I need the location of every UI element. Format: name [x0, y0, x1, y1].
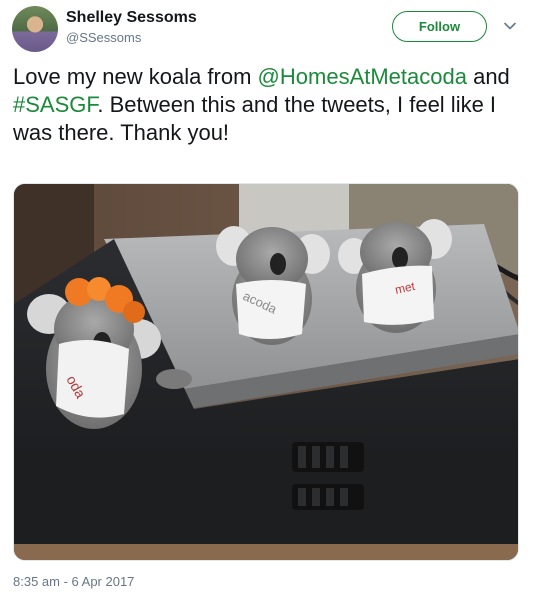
- tweet-text-part: and: [466, 64, 510, 89]
- avatar[interactable]: [12, 6, 58, 52]
- mention-link[interactable]: @HomesAtMetacoda: [258, 64, 467, 89]
- user-handle[interactable]: @SSessoms: [66, 30, 141, 45]
- user-name[interactable]: Shelley Sessoms: [66, 9, 197, 27]
- tweet-photo[interactable]: oda acoda met: [13, 183, 519, 561]
- hashtag-link[interactable]: #SASGF: [13, 92, 97, 117]
- tweet-text: Love my new koala from @HomesAtMetacoda …: [13, 63, 518, 147]
- koala-photo: oda acoda met: [14, 184, 518, 560]
- tweet-timestamp[interactable]: 8:35 am - 6 Apr 2017: [13, 574, 134, 589]
- tweet-text-part: Love my new koala from: [13, 64, 258, 89]
- chevron-down-icon[interactable]: [503, 19, 517, 33]
- tweet-header: Shelley Sessoms @SSessoms Follow: [0, 0, 533, 60]
- follow-button[interactable]: Follow: [392, 11, 487, 42]
